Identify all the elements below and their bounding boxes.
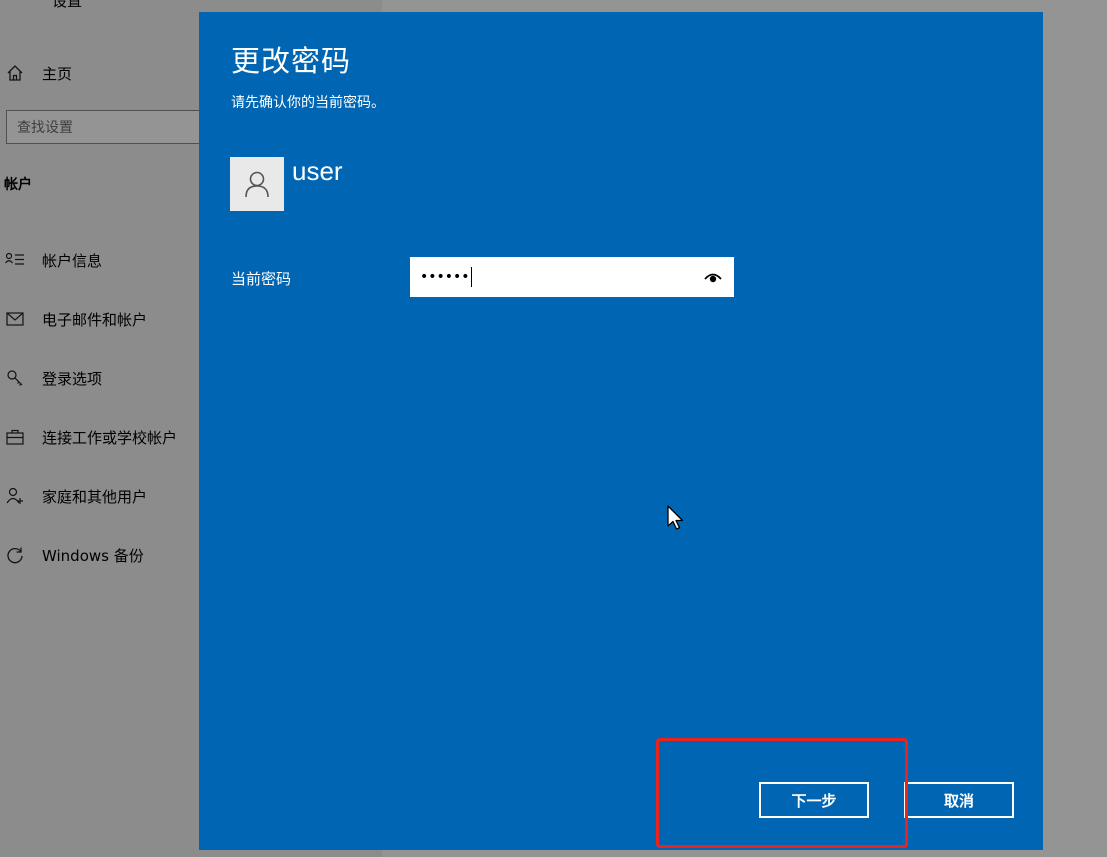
text-caret: [470, 267, 472, 287]
current-password-label: 当前密码: [231, 270, 292, 288]
reveal-password-eye-icon[interactable]: [702, 267, 724, 287]
user-name: user: [292, 156, 343, 186]
mouse-pointer-icon: [667, 505, 684, 530]
next-button[interactable]: 下一步: [759, 782, 869, 818]
current-password-input[interactable]: ••••••: [410, 257, 734, 297]
cancel-button[interactable]: 取消: [904, 782, 1014, 818]
avatar: [230, 157, 284, 211]
password-value: ••••••: [420, 269, 470, 285]
change-password-dialog: 更改密码 请先确认你的当前密码。 user 当前密码 •••••• 下一步 取消: [199, 12, 1043, 850]
dialog-subtitle: 请先确认你的当前密码。: [231, 95, 385, 111]
dialog-title: 更改密码: [231, 44, 352, 78]
user-icon: [245, 171, 269, 198]
